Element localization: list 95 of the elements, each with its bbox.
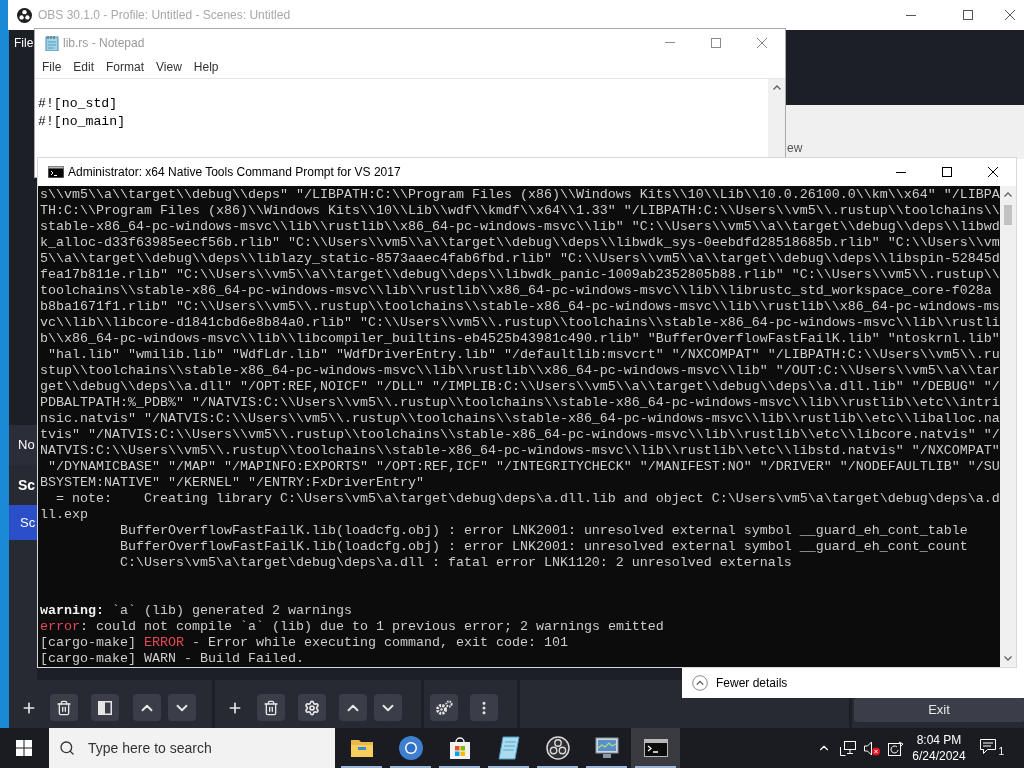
maximize-icon — [711, 37, 721, 48]
folder-icon — [349, 738, 374, 758]
settings-icon — [304, 699, 320, 716]
console-line: TH:C:\\Program Files (x86)\\Windows Kits\\10\\Lib\\wdf\\kmdf\\x64\\1.33" "/LIBPATH:C:\\Users\\vm5\\.rustup\\toolchains\\ — [40, 203, 1000, 219]
console-line: fea17b811e.rlib" "C:\\Users\\vm5\\a\\target\\debug\\deps\\libwdk_panic-1009ab2352805b88.rlib" "C:\\Users\\vm5\\.rustup\\ — [40, 267, 1000, 283]
console-line: stup\\toolchains\\stable-x86_64-pc-windows-msvc\\lib\\rustlib\\x86_64-pc-windows-msvc\\lib" "/OUT:C:\\Users\\vm5\\a\\tar — [40, 363, 1000, 379]
console-line: BSYSTEM:NATIVE" "/KERNEL" "/ENTRY:FxDriverEntry" — [40, 475, 424, 491]
delete-button[interactable] — [257, 694, 285, 721]
console-line: 5\\a\\target\\debug\\deps\\liblazy_static-8573aaec4fab6fbd.rlib" "C:\\Users\\vm5\\a\\target\\debug\\deps\\libspin-52845d — [40, 251, 1000, 267]
minimize-icon — [905, 14, 916, 16]
console-line: NATVIS:C:\\Users\\vm5\\.rustup\\toolchains\\stable-x86_64-pc-windows-msvc\\lib\\rustlib\\etc\\libstd.natvis" "/NXCOMPAT" — [40, 443, 1000, 459]
console-line: stable-x86_64-pc-windows-msvc\\lib\\rustlib\\x86_64-pc-windows-msvc\\lib" "C:\\Users\\vm5\\a\\target\\debug\\deps\\libwd — [40, 219, 1000, 235]
console-line: vc\\lib\\libcore-d1841cbd6e8b84a0.rlib" "C:\\Users\\vm5\\.rustup\\toolchains\\stable-x86_64-pc-windows-msvc\\lib\\rustli — [40, 315, 1000, 331]
shopping-bag-icon — [448, 737, 471, 759]
filters-button[interactable] — [91, 694, 119, 721]
chevron-up-icon — [772, 85, 781, 90]
clock[interactable]: 8:04 PM 6/24/2024 — [908, 728, 970, 768]
console-line: "/DYNAMICBASE" "/MAP" "/MAPINFO:EXPORTS" "/OPT:REF,ICF" "/INTEGRITYCHECK" "/MANIFEST:NO" "/DRIVER" "/NODEFAULTLIB" "/SU — [47, 459, 1000, 475]
menu-item[interactable]: Format — [100, 58, 151, 76]
mixer-settings-button[interactable] — [430, 694, 458, 721]
fewer-details-link[interactable]: Fewer details — [716, 673, 788, 692]
console-line: error: could not compile `a` (lib) due to 1 previous error; 2 warnings emitted — [40, 619, 664, 635]
console-line: [cargo-make] ERROR - Error while executing command, exit code: 101 — [40, 635, 568, 651]
trash-icon — [56, 699, 72, 716]
terminal-icon — [48, 166, 64, 178]
close-icon — [757, 37, 767, 48]
console-line: b8ba1671f1.rlib" "C:\\Users\\vm5\\.rustup\\toolchains\\stable-x86_64-pc-windows-msvc\\lib\\rustlib\\x86_64-pc-windows-ms — [40, 299, 1000, 315]
notification-count: 1 — [998, 746, 1004, 757]
half-square-icon — [98, 700, 112, 715]
notepad-icon — [44, 34, 60, 51]
console-line: tvis" "/NATVIS:C:\\Users\\vm5\\.rustup\\toolchains\\stable-x86_64-pc-windows-msvc\\lib\\rustlib\\etc\\libcore.natvis" "/ — [40, 427, 1000, 443]
more-button[interactable] — [470, 694, 498, 721]
app-logo-icon — [545, 736, 570, 760]
console-line: b\\x86_64-pc-windows-msvc\\lib\\libcompiler_builtins-eb4525b43981c490.rlib" "BufferOverflowFastFailK.lib" "ntoskrnl.lib" — [40, 331, 1000, 347]
console-line: BufferOverflowFastFailK.lib(loadcfg.obj) : error LNK2001: unresolved external symbol __guard_eh_cont_table — [118, 523, 968, 539]
move-up-button[interactable] — [133, 694, 161, 721]
window-title: lib.rs - Notepad — [63, 34, 145, 52]
console-line: [cargo-make] WARN - Build Failed. — [40, 651, 304, 667]
console-line: PDBALTPATH:%_PDB%" "/NATVIS:C:\\Users\\vm5\\.rustup\\toolchains\\stable-x86_64-pc-windows-msvc\\lib\\rustlib\\etc\\intri — [40, 395, 1000, 411]
console-line: toolchains\\stable-x86_64-pc-windows-msvc\\lib\\rustlib\\x86_64-pc-windows-msvc\\lib\\librustc_std_workspace_core-f028a — [40, 283, 992, 299]
console-line: k_alloc-d33f63985eecf56b.rlib" "C:\\Users\\vm5\\a\\target\\debug\\deps\\libwdk_sys-0eebdfd28518685b.rlib" "C:\\Users\\vm — [40, 235, 1000, 251]
console-line: C:\Users\vm5\a\target\debug\deps\a.dll : fatal error LNK1120: 2 unresolved externals — [118, 555, 792, 571]
clock-time: 8:04 PM — [916, 732, 962, 748]
scene-item[interactable]: Sc — [9, 505, 37, 540]
window-title: OBS 30.1.0 - Profile: Untitled - Scenes: Untitled — [38, 7, 291, 24]
network-icon — [840, 740, 856, 756]
dock-title: Sc — [18, 475, 36, 495]
menu-item[interactable]: Help — [187, 58, 225, 76]
window-title: Administrator: x64 Native Tools Command Prompt for VS 2017 — [68, 164, 401, 181]
chevron-up-circle-icon — [692, 674, 708, 691]
trash-icon — [263, 699, 279, 716]
code-line: #![no_main] — [38, 113, 126, 131]
close-icon — [1005, 10, 1015, 20]
console-line: ll.exp — [40, 507, 88, 523]
console-line: nsic.natvis" "/NATVIS:C:\\Users\\vm5\\.rustup\\toolchains\\stable-x86_64-pc-windows-msvc\\lib\\rustlib\\etc\\liballoc.na — [40, 411, 1000, 427]
minimize-icon — [896, 171, 906, 173]
console-line: "hal.lib" "wmilib.lib" "WdfLdr.lib" "WdfDriverEntry.lib" "/defaultlib:msvcrt" "/NXCOMPAT" "/LIBPATH:C:\\Users\\vm5\\.ru — [47, 347, 1000, 363]
console-line: get\\debug\\deps\\a.dll" "/OPT:REF,NOICF" "/DLL" "/IMPLIB:C:\\Users\\vm5\\a\\target\\debug\\deps\\a.dll.lib" "/DEBUG" "/ — [40, 379, 1000, 395]
clock-date: 6/24/2024 — [912, 748, 966, 764]
console-line: = note: Creating library C:\Users\vm5\a\target\debug\deps\a.dll.lib and object C:\Users\vm5\a\target\debug\deps\a.d — [55, 491, 1000, 507]
notepad-icon — [497, 736, 520, 760]
notification-button[interactable]: 1 — [970, 728, 1014, 768]
minimize-icon — [665, 42, 675, 43]
close-icon — [988, 167, 998, 177]
move-down-button[interactable] — [374, 694, 402, 721]
move-down-button[interactable] — [168, 694, 196, 721]
monitor-icon — [594, 737, 619, 759]
console-line: s\\vm5\\a\\target\\debug\\deps" "/LIBPATH:C:\\Program Files (x86)\\Windows Kits\\10\\Lib\\10.0.26100.0\\km\\x64" "/LIBPA — [40, 187, 1000, 203]
search-icon — [59, 740, 75, 756]
chevron-up-icon — [1004, 192, 1012, 197]
console-line: BufferOverflowFastFailK.lib(loadcfg.obj) : error LNK2001: unresolved external symbol __guard_eh_cont_count — [118, 539, 968, 555]
settings-button[interactable] — [298, 694, 326, 721]
maximize-icon — [962, 10, 973, 20]
menu-item[interactable]: ew — [787, 139, 803, 157]
scrollbar-thumb[interactable] — [1004, 205, 1012, 225]
windows-logo-icon — [16, 740, 32, 756]
terminal-icon — [643, 739, 668, 757]
menu-item[interactable]: Edit — [67, 58, 101, 76]
chevron-down-icon — [1004, 656, 1012, 661]
context-label: No — [18, 436, 35, 455]
round-logo-icon — [398, 736, 423, 760]
code-line: #![no_std] — [38, 95, 118, 113]
menu-item[interactable]: View — [150, 58, 188, 76]
maximize-icon — [942, 167, 952, 177]
delete-button[interactable] — [50, 694, 78, 721]
app-logo-icon — [17, 7, 32, 23]
search-field[interactable]: Type here to search — [49, 728, 335, 768]
gears-icon — [435, 699, 453, 716]
exit-button[interactable]: Exit — [854, 698, 1024, 722]
menu-item[interactable]: File — [14, 34, 34, 52]
console-line: warning: `a` (lib) generated 2 warnings — [40, 603, 352, 619]
notification-icon — [980, 739, 996, 754]
taskbar-app-button[interactable] — [631, 728, 680, 768]
menu-item[interactable]: File — [36, 58, 68, 76]
move-up-button[interactable] — [339, 694, 367, 721]
